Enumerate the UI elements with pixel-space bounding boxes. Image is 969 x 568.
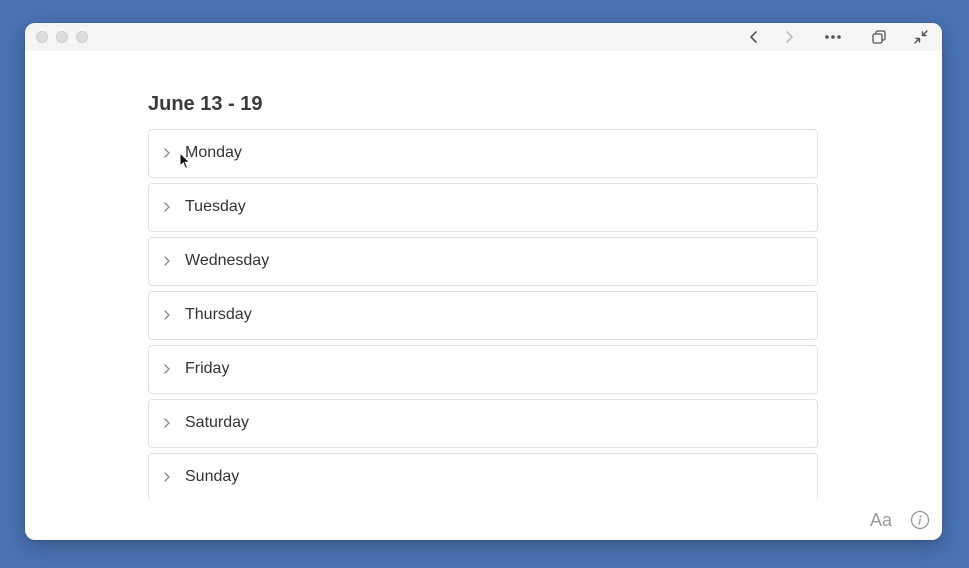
page-content: June 13 - 19 Monday Tuesday Wednesday Th… xyxy=(148,91,818,499)
day-label: Thursday xyxy=(185,306,252,323)
chevron-right-icon xyxy=(164,418,170,428)
day-toggle-saturday[interactable]: Saturday xyxy=(148,399,818,448)
chevron-right-icon xyxy=(164,310,170,320)
titlebar xyxy=(25,23,942,51)
duplicate-window-button[interactable] xyxy=(868,26,890,48)
chevron-right-icon xyxy=(164,256,170,266)
chevron-right-icon xyxy=(164,148,170,158)
forward-button[interactable] xyxy=(778,26,800,48)
chevron-right-icon xyxy=(164,472,170,482)
more-dots-icon xyxy=(825,35,841,39)
day-toggle-wednesday[interactable]: Wednesday xyxy=(148,237,818,286)
zoom-window-button[interactable] xyxy=(76,31,88,43)
collapse-arrows-icon xyxy=(914,30,928,44)
day-toggle-tuesday[interactable]: Tuesday xyxy=(148,183,818,232)
day-label: Saturday xyxy=(185,414,250,431)
more-options-button[interactable] xyxy=(822,26,844,48)
duplicate-window-icon xyxy=(872,30,886,44)
day-list: Monday Tuesday Wednesday Thursday Friday… xyxy=(148,129,818,499)
day-label: Sunday xyxy=(185,468,240,485)
chevron-right-icon xyxy=(786,31,793,43)
info-button[interactable] xyxy=(910,510,930,530)
back-button[interactable] xyxy=(743,26,765,48)
day-toggle-friday[interactable]: Friday xyxy=(148,345,818,394)
minimize-window-button[interactable] xyxy=(56,31,68,43)
info-icon xyxy=(910,510,930,530)
day-label: Monday xyxy=(185,144,242,161)
day-label: Tuesday xyxy=(185,198,246,215)
day-toggle-sunday[interactable]: Sunday xyxy=(148,453,818,499)
collapse-button[interactable] xyxy=(910,26,932,48)
app-window: June 13 - 19 Monday Tuesday Wednesday Th… xyxy=(25,23,942,540)
day-toggle-thursday[interactable]: Thursday xyxy=(148,291,818,340)
day-toggle-monday[interactable]: Monday xyxy=(148,129,818,178)
page-title: June 13 - 19 xyxy=(148,93,263,115)
chevron-right-icon xyxy=(164,202,170,212)
day-label: Wednesday xyxy=(185,252,270,269)
day-label: Friday xyxy=(185,360,230,377)
chevron-left-icon xyxy=(750,31,757,43)
close-window-button[interactable] xyxy=(36,31,48,43)
chevron-right-icon xyxy=(164,364,170,374)
text-format-button[interactable]: Aa xyxy=(870,509,892,531)
